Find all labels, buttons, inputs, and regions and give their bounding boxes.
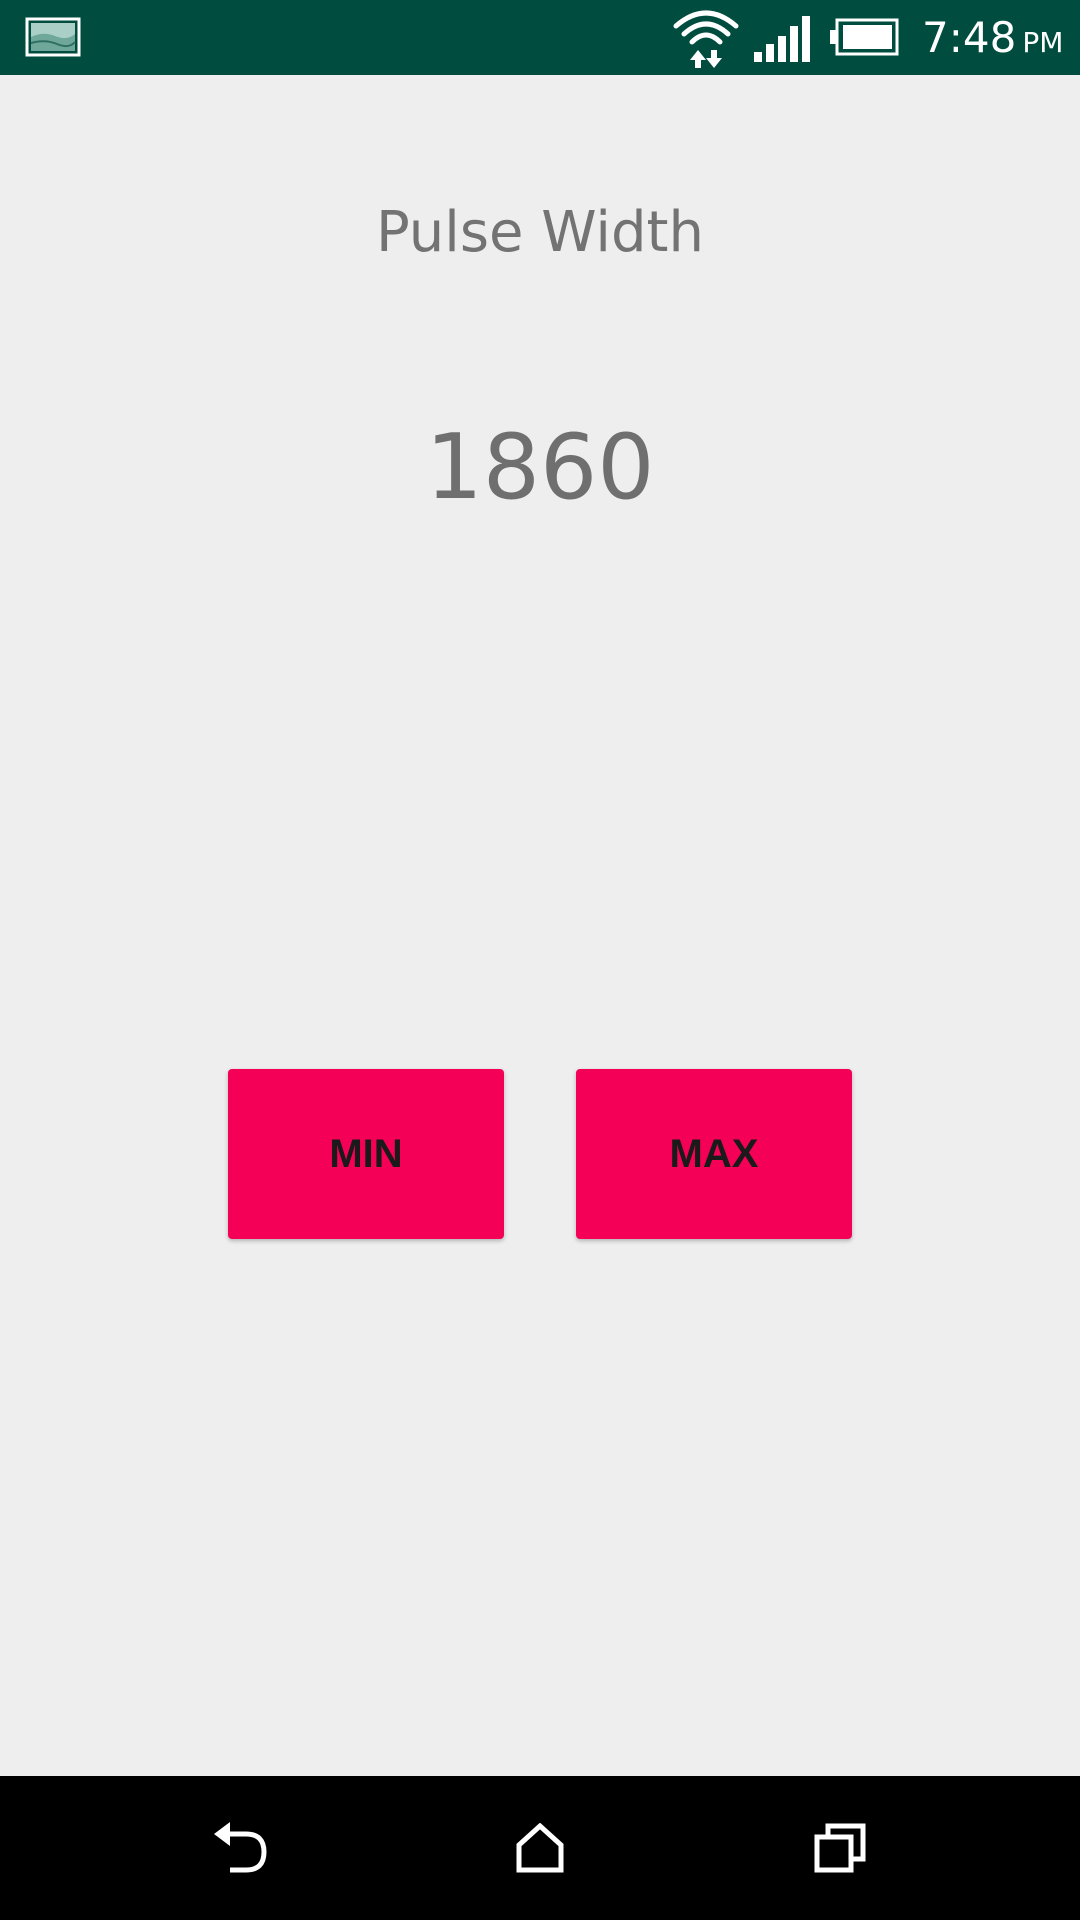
page-title: Pulse Width bbox=[376, 200, 704, 265]
battery-icon bbox=[830, 18, 900, 56]
screen: 7:48 PM Pulse Width 1860 MIN MAX bbox=[0, 0, 1080, 1920]
navigation-bar bbox=[0, 1776, 1080, 1920]
min-button[interactable]: MIN bbox=[228, 1069, 504, 1239]
cell-signal-icon bbox=[752, 16, 812, 62]
status-bar: 7:48 PM bbox=[0, 0, 1080, 75]
image-notification-icon bbox=[25, 17, 81, 57]
max-button[interactable]: MAX bbox=[576, 1069, 852, 1239]
wifi-icon bbox=[672, 6, 740, 70]
back-icon[interactable] bbox=[200, 1808, 280, 1888]
clock-ampm: PM bbox=[1022, 26, 1064, 59]
status-clock: 7:48 PM bbox=[922, 14, 1063, 62]
pulse-width-value: 1860 bbox=[425, 415, 655, 520]
recents-icon[interactable] bbox=[800, 1808, 880, 1888]
home-icon[interactable] bbox=[500, 1808, 580, 1888]
clock-time: 7:48 bbox=[922, 13, 1017, 62]
